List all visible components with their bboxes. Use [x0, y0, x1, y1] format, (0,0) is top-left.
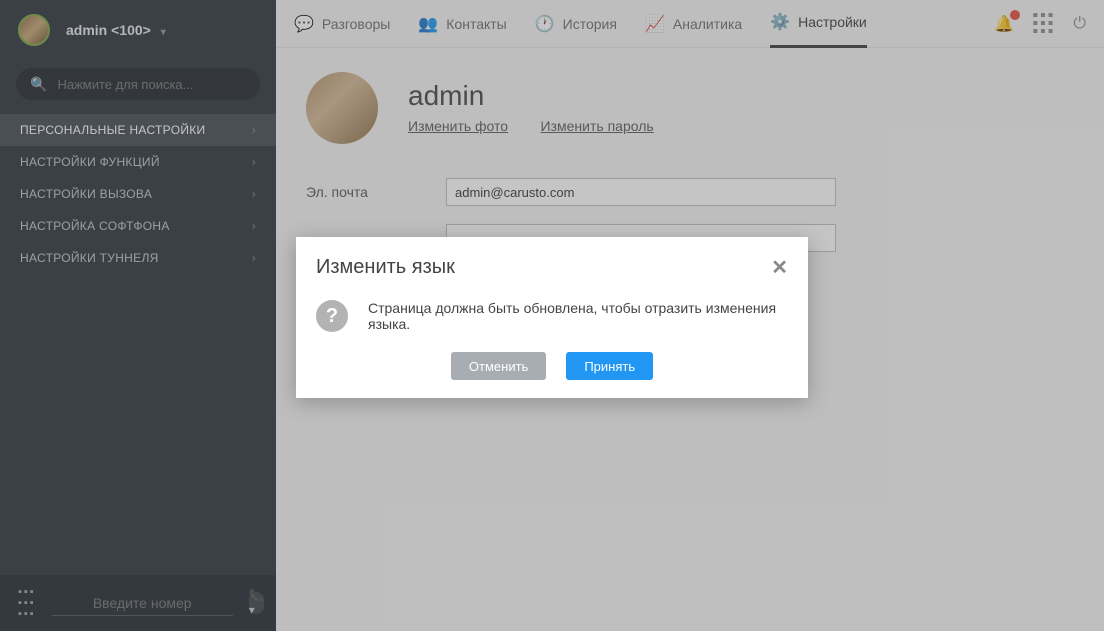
cancel-button[interactable]: Отменить [451, 352, 546, 380]
modal-body: ? Страница должна быть обновлена, чтобы … [296, 290, 808, 352]
modal-footer: Отменить Принять [296, 352, 808, 398]
close-icon[interactable]: ✕ [771, 255, 788, 280]
question-icon: ? [316, 300, 348, 332]
modal-message: Страница должна быть обновлена, чтобы от… [368, 300, 788, 332]
change-language-modal: Изменить язык ✕ ? Страница должна быть о… [296, 237, 808, 398]
modal-title: Изменить язык [316, 256, 455, 279]
accept-button[interactable]: Принять [566, 352, 653, 380]
modal-header: Изменить язык ✕ [296, 237, 808, 290]
